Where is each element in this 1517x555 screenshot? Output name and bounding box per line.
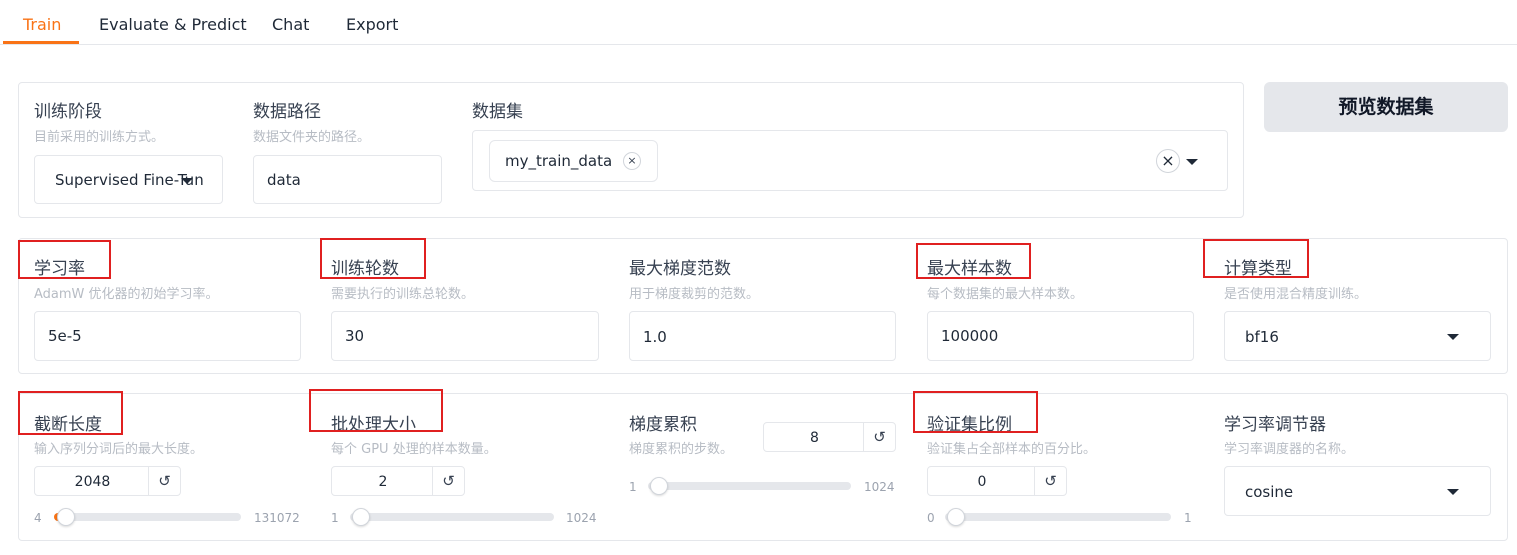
grad-accum-slider[interactable] [648, 482, 851, 490]
grad-accum-info: 梯度累积的步数。 [629, 442, 734, 457]
dataset-dir-value: data [267, 171, 301, 189]
cutoff-len-min: 4 [34, 511, 42, 525]
cutoff-len-label: 截断长度 [34, 415, 102, 435]
tab-train[interactable]: Train [23, 15, 61, 34]
stage-info: 目前采用的训练方式。 [34, 130, 165, 145]
clear-icon[interactable]: × [1156, 149, 1180, 173]
tab-export[interactable]: Export [346, 15, 398, 34]
val-size-max: 1 [1184, 511, 1192, 525]
chevron-down-icon [1447, 334, 1459, 340]
batch-size-thumb[interactable] [352, 508, 370, 526]
grad-accum-max: 1024 [864, 480, 895, 494]
dataset-label: 数据集 [472, 102, 523, 122]
reset-icon[interactable]: ↺ [148, 467, 180, 495]
learning-rate-label: 学习率 [34, 259, 85, 279]
grad-accum-value: 8 [810, 430, 819, 446]
batch-size-value: 2 [378, 474, 388, 490]
learning-rate-value: 5e-5 [48, 327, 82, 345]
val-size-slider[interactable] [945, 513, 1171, 521]
dataset-dir-label: 数据路径 [253, 102, 321, 122]
max-grad-norm-input[interactable]: 1.0 [629, 311, 896, 361]
lr-scheduler-value: cosine [1245, 483, 1294, 501]
reset-icon[interactable]: ↺ [432, 467, 464, 495]
lr-scheduler-info: 学习率调度器的名称。 [1224, 442, 1355, 457]
lr-scheduler-dropdown[interactable]: cosine [1224, 466, 1491, 516]
max-grad-norm-label: 最大梯度范数 [629, 259, 731, 279]
epochs-label: 训练轮数 [331, 259, 399, 279]
grad-accum-thumb[interactable] [650, 477, 668, 495]
batch-size-slider[interactable] [350, 513, 554, 521]
epochs-value: 30 [345, 327, 365, 345]
lr-scheduler-label: 学习率调节器 [1224, 415, 1326, 435]
cutoff-len-slider[interactable] [54, 513, 241, 521]
max-grad-norm-info: 用于梯度裁剪的范数。 [629, 287, 760, 302]
batch-size-min: 1 [331, 511, 339, 525]
max-samples-input[interactable]: 100000 [927, 311, 1194, 361]
learning-rate-info: AdamW 优化器的初始学习率。 [34, 287, 219, 302]
val-size-label: 验证集比例 [927, 415, 1012, 435]
active-tab-indicator [3, 41, 79, 44]
compute-type-dropdown[interactable]: bf16 [1224, 311, 1491, 361]
val-size-info: 验证集占全部样本的百分比。 [927, 442, 1097, 457]
epochs-info: 需要执行的训练总轮数。 [331, 287, 475, 302]
tab-chat[interactable]: Chat [272, 15, 309, 34]
preview-dataset-button[interactable]: 预览数据集 [1264, 82, 1508, 132]
grad-accum-number[interactable]: 8 ↺ [763, 422, 896, 452]
max-samples-value: 100000 [941, 327, 999, 345]
batch-size-label: 批处理大小 [331, 415, 416, 435]
learning-rate-input[interactable]: 5e-5 [34, 311, 301, 361]
batch-size-number[interactable]: 2 ↺ [331, 466, 465, 496]
chevron-down-icon [1447, 489, 1459, 495]
batch-size-info: 每个 GPU 处理的样本数量。 [331, 442, 497, 457]
dataset-dir-input[interactable]: data [253, 155, 442, 204]
dataset-dir-info: 数据文件夹的路径。 [253, 130, 371, 145]
dataset-chip: my_train_data × [489, 140, 658, 182]
val-size-value: 0 [977, 474, 987, 490]
cutoff-len-value: 2048 [74, 474, 111, 490]
chevron-down-icon [181, 178, 193, 184]
compute-type-value: bf16 [1245, 328, 1279, 346]
compute-type-label: 计算类型 [1224, 259, 1292, 279]
max-grad-norm-value: 1.0 [643, 328, 667, 346]
val-size-number[interactable]: 0 ↺ [927, 466, 1067, 496]
max-samples-info: 每个数据集的最大样本数。 [927, 287, 1084, 302]
stage-dropdown[interactable]: Supervised Fine-Tun [34, 155, 223, 204]
epochs-input[interactable]: 30 [331, 311, 599, 361]
val-size-thumb[interactable] [947, 508, 965, 526]
reset-icon[interactable]: ↺ [1034, 467, 1066, 495]
batch-size-max: 1024 [566, 511, 597, 525]
cutoff-len-max: 131072 [254, 511, 300, 525]
stage-label: 训练阶段 [34, 102, 102, 122]
grad-accum-min: 1 [629, 480, 637, 494]
reset-icon[interactable]: ↺ [863, 423, 895, 451]
tab-bar: Train Evaluate & Predict Chat Export [0, 0, 1517, 45]
val-size-min: 0 [927, 511, 935, 525]
grad-accum-label: 梯度累积 [629, 415, 697, 435]
cutoff-len-thumb[interactable] [57, 508, 75, 526]
cutoff-len-number[interactable]: 2048 ↺ [34, 466, 181, 496]
cutoff-len-info: 输入序列分词后的最大长度。 [34, 442, 204, 457]
chevron-down-icon[interactable] [1186, 159, 1198, 165]
chip-remove-icon[interactable]: × [623, 152, 641, 170]
dataset-chip-label: my_train_data [505, 152, 613, 170]
max-samples-label: 最大样本数 [927, 259, 1012, 279]
tab-evaluate-predict[interactable]: Evaluate & Predict [99, 15, 247, 34]
compute-type-info: 是否使用混合精度训练。 [1224, 287, 1368, 302]
dataset-multiselect[interactable]: my_train_data × × [472, 130, 1228, 191]
